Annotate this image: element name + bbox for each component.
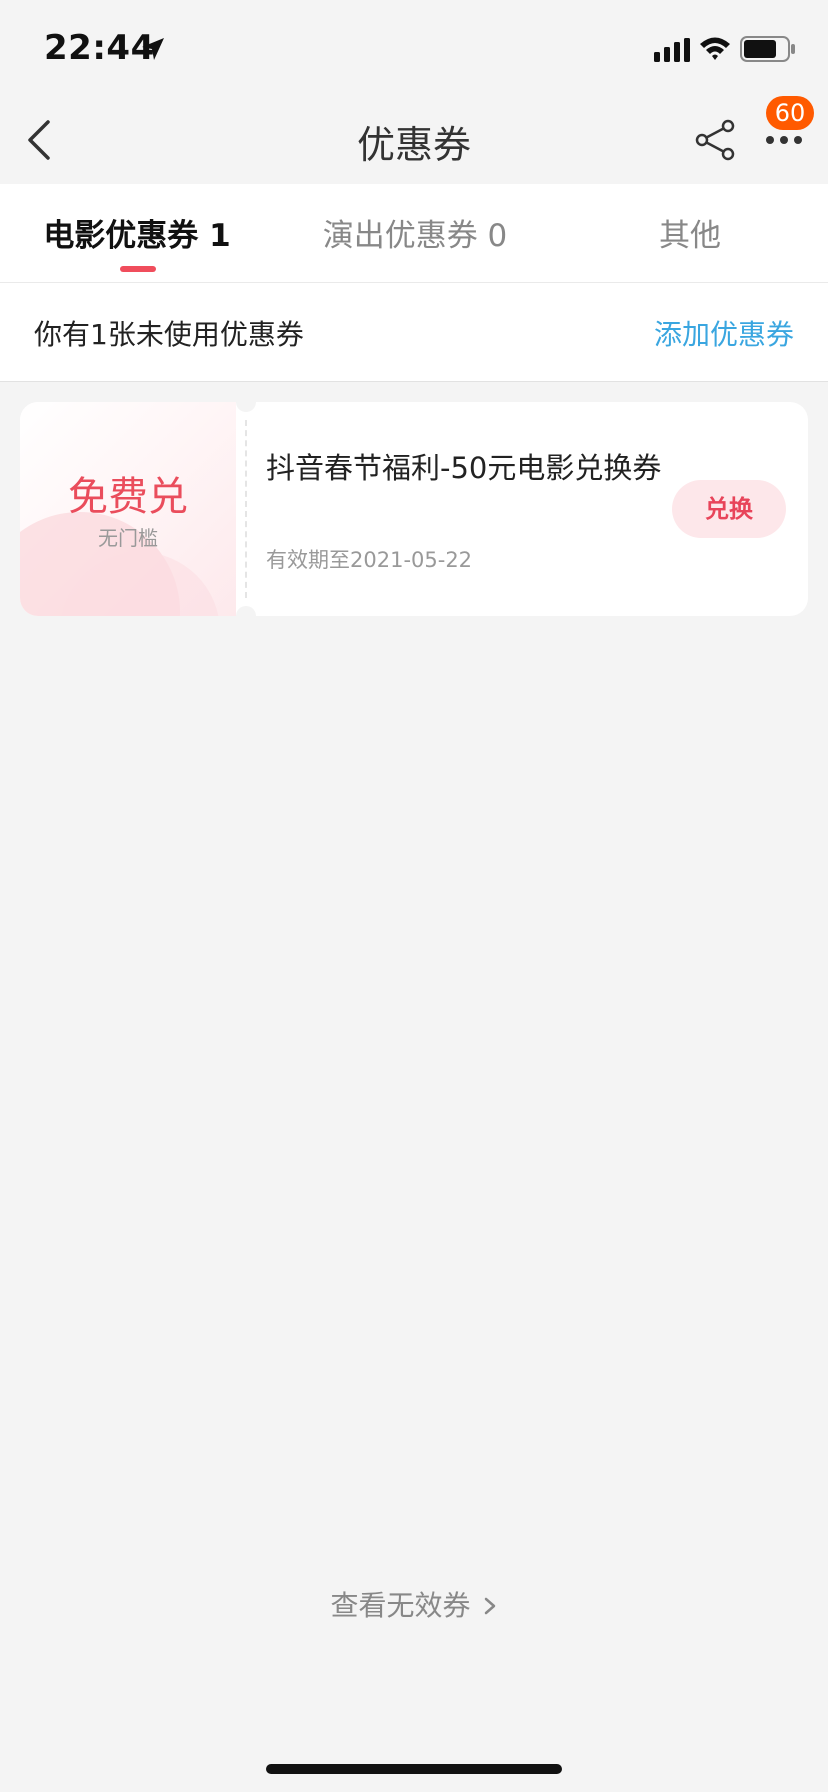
coupon-value: 免费兑	[68, 474, 188, 520]
share-icon[interactable]	[694, 118, 738, 162]
view-invalid-coupons-label: 查看无效券	[330, 1589, 471, 1622]
tab-show-coupons[interactable]: 演出优惠券 0	[302, 210, 528, 255]
location-arrow-icon	[142, 38, 164, 60]
signal-icon	[654, 38, 690, 62]
coupon-notch	[236, 606, 256, 616]
nav-bar: 优惠券 60	[0, 96, 828, 184]
coupon-expiry: 有效期至2021-05-22	[266, 548, 473, 572]
unused-coupon-count: 你有1张未使用优惠券	[34, 318, 304, 351]
coupon-value-panel: 免费兑 无门槛	[20, 402, 236, 616]
status-time: 22:44	[44, 28, 155, 68]
tab-other[interactable]: 其他	[610, 210, 770, 255]
coupon-card[interactable]: 免费兑 无门槛 抖音春节福利-50元电影兑换券 有效期至2021-05-22 兑…	[20, 402, 808, 616]
coupon-notch	[236, 402, 256, 412]
status-bar: 22:44	[0, 0, 828, 96]
add-coupon-link[interactable]: 添加优惠券	[654, 313, 794, 353]
notification-badge: 60	[766, 96, 814, 130]
view-invalid-coupons-link[interactable]: 查看无效券	[0, 1584, 828, 1624]
redeem-button[interactable]: 兑换	[672, 480, 786, 538]
active-tab-indicator	[120, 266, 156, 272]
coupon-divider	[245, 420, 247, 598]
summary-bar: 你有1张未使用优惠券 添加优惠券	[0, 283, 828, 382]
more-icon[interactable]	[764, 134, 804, 146]
home-indicator	[266, 1764, 562, 1774]
coupon-title: 抖音春节福利-50元电影兑换券	[266, 451, 662, 485]
coupon-threshold: 无门槛	[98, 526, 158, 550]
tab-movie-coupons[interactable]: 电影优惠券 1	[30, 210, 244, 255]
battery-icon	[740, 36, 795, 62]
chevron-right-icon	[485, 1597, 496, 1615]
wifi-icon	[700, 37, 730, 60]
tab-bar: 电影优惠券 1 演出优惠券 0 其他	[0, 184, 828, 283]
